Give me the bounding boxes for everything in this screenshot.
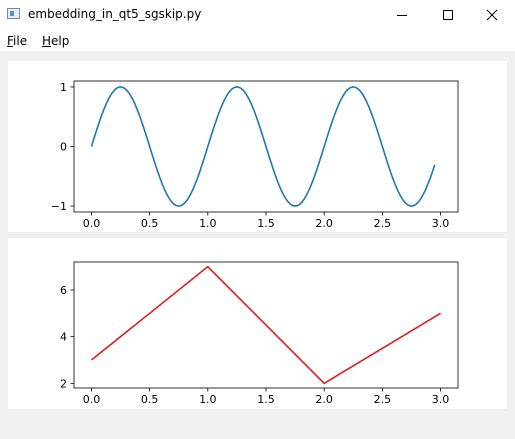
x-tick-label: 0.5 [141,217,159,230]
y-tick-label: 2 [60,377,67,390]
x-tick-label: 2.5 [374,393,392,406]
x-tick-label: 0.5 [141,393,159,406]
menu-file-label: ile [13,34,28,48]
x-tick-label: 1.5 [257,393,275,406]
window-title: embedding_in_qt5_sgskip.py [28,7,202,21]
menu-file[interactable]: File [7,33,27,49]
x-tick-label: 3.0 [432,217,450,230]
menu-help-accel: H [42,34,52,48]
x-tick-label: 2.0 [315,393,333,406]
x-tick-label: 1.0 [199,217,217,230]
y-tick-label: 0 [60,141,67,154]
x-tick-label: 2.0 [315,217,333,230]
y-tick-label: 4 [60,331,67,344]
close-icon [486,9,498,21]
maximize-icon [443,10,453,20]
x-tick-label: 1.5 [257,217,275,230]
line-canvas-panel[interactable]: 0.0 0.5 1.0 1.5 2.0 2.5 3.0 6 4 2 [8,238,507,409]
x-tick-label: 1.0 [199,393,217,406]
y-tick-label: 1 [60,81,67,94]
sine-canvas-panel[interactable]: 0.0 0.5 1.0 1.5 2.0 2.5 3.0 1 0 −1 [8,61,507,232]
series-line-0-0 [90,86,436,207]
y-tick-label: −1 [51,200,67,213]
x-tick-label: 3.0 [432,393,450,406]
title-bar: embedding_in_qt5_sgskip.py [0,0,515,30]
y-tick-label: 6 [60,284,67,297]
sine-chart: 0.0 0.5 1.0 1.5 2.0 2.5 3.0 1 0 −1 [51,80,459,230]
menu-help-label: elp [51,34,70,48]
polyline-chart: 0.0 0.5 1.0 1.5 2.0 2.5 3.0 6 4 2 [60,261,459,406]
menu-help[interactable]: Help [42,33,69,49]
maximize-button[interactable] [425,0,471,30]
series-line-1-0 [90,265,441,385]
x-tick-label: 0.0 [83,217,101,230]
app-window-icon [7,8,20,19]
minimize-icon [397,15,407,16]
menu-bar: File Help [0,30,515,51]
minimize-button[interactable] [379,0,425,30]
x-tick-label: 0.0 [83,393,101,406]
close-button[interactable] [469,0,515,30]
x-tick-label: 2.5 [374,217,392,230]
